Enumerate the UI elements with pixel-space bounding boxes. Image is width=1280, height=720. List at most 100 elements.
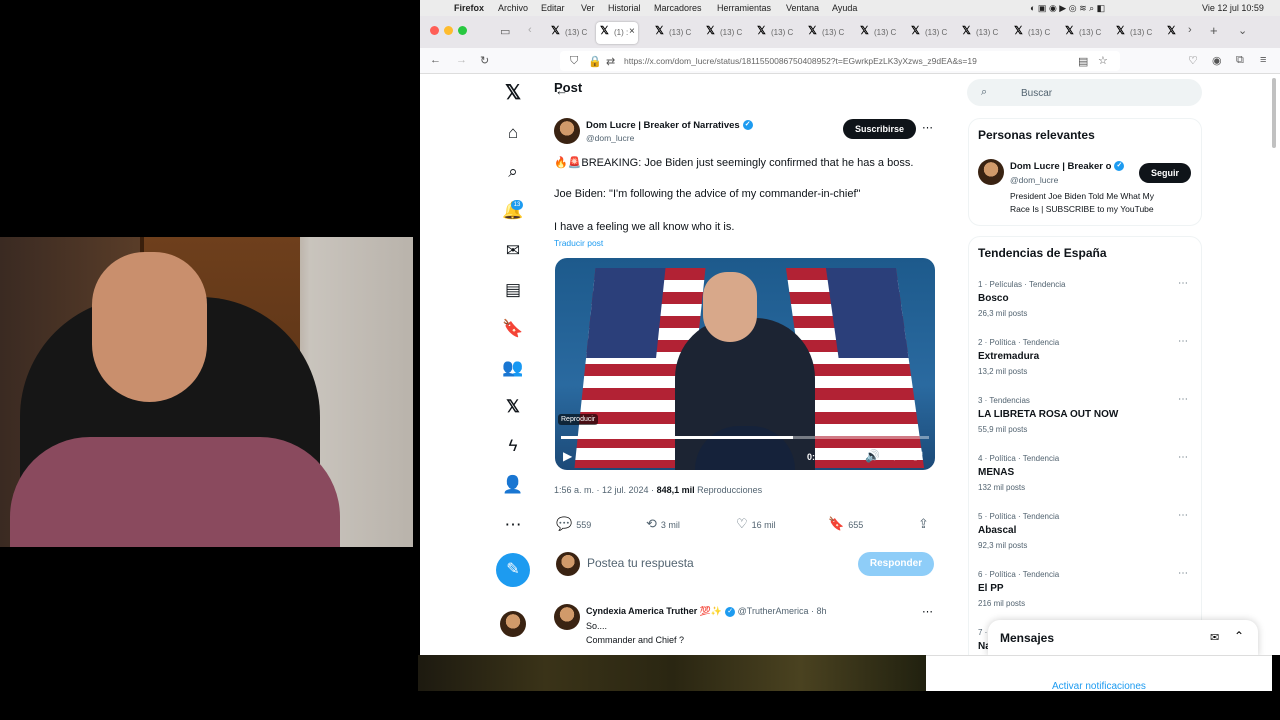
- browser-tab[interactable]: 𝕏 (13) C: [907, 22, 955, 44]
- browser-tab[interactable]: 𝕏 (13) C: [1010, 22, 1058, 44]
- browser-tab[interactable]: 𝕏 (13) C: [958, 22, 1006, 44]
- activate-notifications-link[interactable]: Activar notificaciones: [1052, 681, 1146, 692]
- reply-more-icon[interactable]: ⋯: [922, 605, 933, 618]
- messages-envelope-icon[interactable]: ✉: [502, 240, 524, 262]
- trend-name[interactable]: MENAS: [978, 467, 1014, 478]
- new-message-icon[interactable]: ✉: [1210, 631, 1219, 644]
- x-logo-icon[interactable]: 𝕏: [502, 82, 524, 104]
- lock-icon[interactable]: 🔒: [588, 55, 602, 68]
- forward-icon[interactable]: →: [456, 54, 467, 66]
- search-input[interactable]: ⌕ Buscar: [967, 79, 1202, 106]
- trend-more-icon[interactable]: ⋯: [1178, 452, 1188, 463]
- translate-post-link[interactable]: Traducir post: [554, 238, 603, 248]
- browser-tab[interactable]: 𝕏 (13) C: [753, 22, 801, 44]
- premium-x-icon[interactable]: 𝕏: [502, 396, 524, 418]
- trend-more-icon[interactable]: ⋯: [1178, 568, 1188, 579]
- scroll-tabs-right-icon[interactable]: ›: [1188, 24, 1192, 36]
- menu-ver[interactable]: Ver: [581, 3, 595, 13]
- trend-name[interactable]: Bosco: [978, 293, 1009, 304]
- menu-historial[interactable]: Historial: [608, 3, 641, 13]
- menu-ventana[interactable]: Ventana: [786, 3, 819, 13]
- bookmark-action[interactable]: 🔖 655: [828, 516, 863, 532]
- compose-post-button[interactable]: ✎: [496, 553, 530, 587]
- relevant-name[interactable]: Dom Lucre | Breaker o ✓: [1010, 161, 1125, 172]
- home-icon[interactable]: ⌂: [502, 122, 524, 144]
- video-progress-bar[interactable]: [561, 436, 929, 439]
- browser-tab[interactable]: 𝕏 (13) C: [651, 22, 699, 44]
- trend-more-icon[interactable]: ⋯: [1178, 394, 1188, 405]
- tab-overview-icon[interactable]: ▭: [500, 25, 510, 38]
- browser-tab[interactable]: 𝕏 (13) C: [1112, 22, 1160, 44]
- permissions-icon[interactable]: ⇄: [606, 55, 615, 68]
- share-action[interactable]: ⇪: [918, 516, 933, 532]
- zoom-window-button[interactable]: [458, 26, 467, 35]
- browser-tab[interactable]: 𝕏 (13) C: [856, 22, 904, 44]
- browser-tab[interactable]: 𝕏 (13) C: [1061, 22, 1109, 44]
- settings-gear-icon[interactable]: ⚙: [889, 449, 900, 463]
- explore-search-icon[interactable]: ⌕: [502, 161, 524, 183]
- subscribe-button[interactable]: Suscribirse: [843, 119, 916, 139]
- page-scrollbar[interactable]: [1272, 78, 1276, 148]
- menu-ayuda[interactable]: Ayuda: [832, 3, 857, 13]
- author-avatar[interactable]: [554, 118, 580, 144]
- like-action[interactable]: ♡ 16 mil: [736, 516, 776, 532]
- author-name[interactable]: Dom Lucre | Breaker of Narratives ✓: [586, 120, 753, 131]
- profile-icon[interactable]: 👤: [502, 474, 524, 496]
- new-tab-icon[interactable]: +: [1210, 23, 1218, 38]
- reply-button[interactable]: Responder: [858, 552, 934, 576]
- trend-name[interactable]: El PP: [978, 583, 1004, 594]
- reader-view-icon[interactable]: ▤: [1078, 55, 1088, 68]
- menu-editar[interactable]: Editar: [541, 3, 565, 13]
- reply-action[interactable]: 💬 559: [556, 516, 591, 532]
- author-handle[interactable]: @dom_lucre: [586, 133, 634, 143]
- bookmark-star-icon[interactable]: ☆: [1098, 54, 1108, 67]
- browser-tab[interactable]: 𝕏 (13) C: [804, 22, 852, 44]
- menu-archivo[interactable]: Archivo: [498, 3, 528, 13]
- messages-drawer[interactable]: Mensajes ✉ ⌃: [988, 620, 1258, 655]
- follow-button[interactable]: Seguir: [1139, 163, 1191, 183]
- menu-herramientas[interactable]: Herramientas: [717, 3, 771, 13]
- list-tabs-icon[interactable]: ⌄: [1238, 24, 1247, 37]
- post-more-icon[interactable]: ⋯: [922, 121, 933, 134]
- reload-icon[interactable]: ↻: [480, 54, 489, 67]
- relevant-avatar[interactable]: [978, 159, 1004, 185]
- close-window-button[interactable]: [430, 26, 439, 35]
- volume-icon[interactable]: 🔊: [865, 449, 880, 463]
- browser-tab[interactable]: 𝕏 (13) C: [547, 22, 595, 44]
- browser-tab-active[interactable]: 𝕏 (1) : ×: [596, 22, 638, 44]
- repost-action[interactable]: ⟲ 3 mil: [646, 516, 680, 532]
- trend-more-icon[interactable]: ⋯: [1178, 336, 1188, 347]
- close-tab-icon[interactable]: ×: [629, 26, 635, 37]
- reply-author[interactable]: Cyndexia America Truther 💯✨ ✓ @TrutherAme…: [586, 606, 826, 617]
- menu-icon[interactable]: ≡: [1260, 54, 1266, 66]
- lists-icon[interactable]: ▤: [502, 279, 524, 301]
- scroll-tabs-left-icon[interactable]: ‹: [528, 24, 532, 36]
- shield-icon[interactable]: ⛉: [570, 55, 578, 68]
- extensions-icon[interactable]: ⧉: [1236, 54, 1244, 67]
- menu-app-name[interactable]: Firefox: [454, 3, 484, 13]
- minimize-window-button[interactable]: [444, 26, 453, 35]
- trend-more-icon[interactable]: ⋯: [1178, 510, 1188, 521]
- menu-marcadores[interactable]: Marcadores: [654, 3, 702, 13]
- play-icon[interactable]: ▶: [563, 449, 572, 463]
- relevant-handle[interactable]: @dom_lucre: [1010, 175, 1058, 185]
- verified-orgs-icon[interactable]: ϟ: [502, 435, 524, 457]
- account-icon[interactable]: ◉: [1212, 54, 1222, 67]
- trend-name[interactable]: Extremadura: [978, 351, 1039, 362]
- communities-icon[interactable]: 👥: [502, 357, 524, 379]
- fullscreen-icon[interactable]: ⤢: [913, 449, 923, 464]
- expand-chevron-icon[interactable]: ⌃: [1234, 629, 1244, 643]
- post-video[interactable]: Reproducir ▶ 0:07 / 0:12 🔊 ⚙ ⤢: [555, 258, 935, 470]
- more-options-icon[interactable]: ⋯: [502, 514, 524, 536]
- bookmarks-icon[interactable]: 🔖: [502, 318, 524, 340]
- reply-input[interactable]: Postea tu respuesta: [587, 556, 694, 570]
- reply-author-avatar[interactable]: [554, 604, 580, 630]
- pocket-icon[interactable]: ♡: [1188, 54, 1198, 67]
- trend-name[interactable]: LA LIBRETA ROSA OUT NOW: [978, 409, 1118, 420]
- url-bar[interactable]: ⛉ 🔒 ⇄ https://x.com/dom_lucre/status/181…: [560, 51, 1120, 71]
- back-icon[interactable]: ←: [430, 54, 441, 66]
- browser-tab[interactable]: 𝕏 (13) C: [702, 22, 750, 44]
- account-avatar[interactable]: [500, 611, 526, 637]
- trend-name[interactable]: Abascal: [978, 525, 1016, 536]
- trend-more-icon[interactable]: ⋯: [1178, 278, 1188, 289]
